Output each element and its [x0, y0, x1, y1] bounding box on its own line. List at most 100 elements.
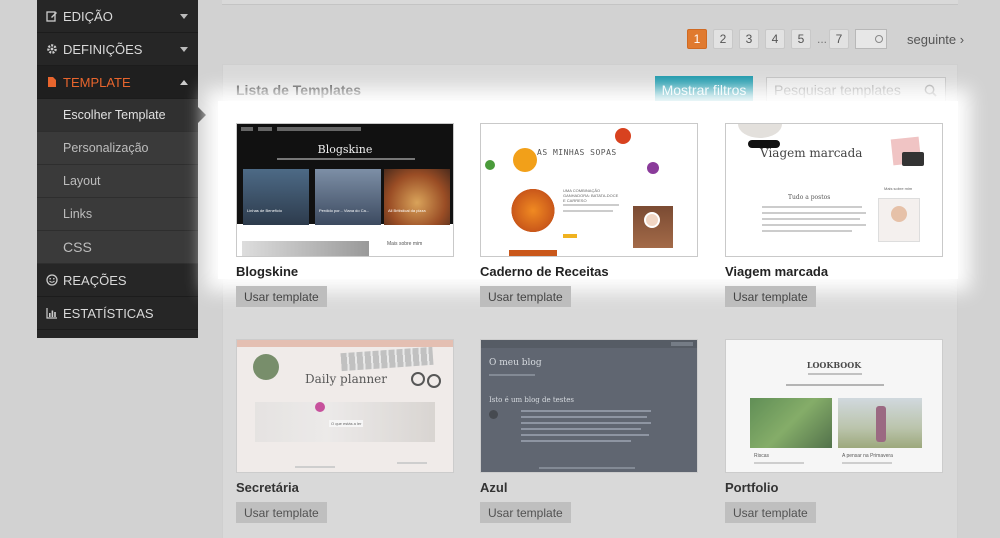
use-template-button[interactable]: Usar template	[725, 286, 816, 307]
template-card-portfolio: LOOKBOOK Riscas A pensar na Primavera Po…	[725, 339, 943, 523]
template-thumbnail[interactable]: Viagem marcada Tudo a postos Mais sobre …	[725, 123, 943, 257]
pagination: 1 2 3 4 5 ... 7 seguinte ›	[687, 29, 964, 49]
sidebar-item-label: REAÇÕES	[63, 272, 127, 288]
panel-title: Lista de Templates	[236, 82, 362, 98]
search-placeholder: Pesquisar templates	[774, 82, 901, 98]
thumb-text-line	[539, 467, 635, 469]
use-template-button[interactable]: Usar template	[236, 286, 327, 307]
thumb-glasses	[427, 374, 441, 388]
thumb-text-line	[762, 224, 866, 226]
caret-down-icon	[180, 47, 188, 52]
thumb-text-line	[521, 434, 649, 436]
thumb-photo: Perdido por... Viana do Ca...	[315, 169, 381, 225]
thumb-photo	[750, 398, 832, 448]
thumb-decor	[485, 160, 495, 170]
thumb-post-image	[509, 250, 557, 256]
thumb-person	[876, 406, 886, 442]
top-panel-edge	[222, 0, 958, 5]
page-ellipsis: ...	[817, 32, 828, 46]
thumb-text-line	[563, 204, 619, 206]
pencil-icon	[46, 10, 58, 22]
template-thumbnail[interactable]: LOOKBOOK Riscas A pensar na Primavera	[725, 339, 943, 473]
thumb-post-image	[242, 241, 369, 256]
sidebar-item-reacoes[interactable]: REAÇÕES	[37, 264, 198, 297]
template-card-viagem-marcada: Viagem marcada Tudo a postos Mais sobre …	[725, 123, 943, 307]
template-thumbnail[interactable]: Blogskine Linhas de Benefício Perdido po…	[236, 123, 454, 257]
thumb-title: O meu blog	[489, 358, 542, 368]
caret-up-icon	[180, 80, 188, 85]
thumb-title: AS MINHAS SOPAS	[537, 148, 617, 157]
sidebar-item-label: ESTATÍSTICAS	[63, 305, 154, 321]
use-template-button[interactable]: Usar template	[480, 286, 571, 307]
page-5[interactable]: 5	[791, 29, 811, 49]
thumb-caption: O que estás a ler	[329, 420, 364, 427]
thumb-post-image	[509, 188, 557, 233]
thumb-text-line	[489, 374, 535, 376]
thumb-decor	[615, 128, 631, 144]
thumb-keyboard	[340, 346, 434, 372]
template-thumbnail[interactable]: Daily planner O que estás a ler	[236, 339, 454, 473]
template-name: Azul	[480, 480, 508, 495]
page-2[interactable]: 2	[713, 29, 733, 49]
sidebar-item-definicoes[interactable]: DEFINIÇÕES	[37, 33, 198, 66]
thumb-tagline	[277, 158, 415, 160]
thumb-text-line	[521, 422, 651, 424]
smiley-icon	[46, 274, 58, 286]
template-name: Viagem marcada	[725, 264, 829, 279]
template-thumbnail[interactable]: AS MINHAS SOPAS UMA COMBINAÇÃO GANHADORA…	[480, 123, 698, 257]
sidebar-sub-escolher-template[interactable]: Escolher Template	[37, 99, 206, 132]
thumb-title: Blogskine	[317, 143, 373, 156]
page-4[interactable]: 4	[765, 29, 785, 49]
thumb-text-line	[762, 218, 860, 220]
next-page-link[interactable]: seguinte ›	[907, 32, 964, 47]
thumb-sidebar-text: Mais sobre mim	[884, 186, 913, 191]
thumb-text-line	[521, 410, 651, 412]
use-template-button[interactable]: Usar template	[480, 502, 571, 523]
caret-down-icon	[180, 14, 188, 19]
thumb-text-line	[762, 212, 866, 214]
thumb-title: Viagem marcada	[760, 146, 863, 160]
thumb-glasses	[411, 372, 425, 386]
gear-icon	[46, 43, 58, 55]
sidebar-item-template[interactable]: TEMPLATE	[37, 66, 198, 99]
thumb-decor	[513, 148, 537, 172]
thumb-hat	[738, 124, 782, 138]
sidebar-item-edicao[interactable]: EDIÇÃO	[37, 0, 198, 33]
thumb-avatar	[891, 206, 907, 222]
sidebar-sub-links[interactable]: Links	[37, 198, 198, 231]
page-3[interactable]: 3	[739, 29, 759, 49]
use-template-button[interactable]: Usar template	[725, 502, 816, 523]
thumb-camera	[902, 152, 924, 166]
page-7[interactable]: 7	[829, 29, 849, 49]
template-thumbnail[interactable]: O meu blog Isto é um blog de testes	[480, 339, 698, 473]
thumb-flower	[315, 402, 325, 412]
sidebar-item-label: TEMPLATE	[63, 74, 131, 90]
template-card-azul: O meu blog Isto é um blog de testes Azul…	[480, 339, 698, 523]
sidebar-item-label: EDIÇÃO	[63, 8, 113, 24]
template-search-input[interactable]: Pesquisar templates	[766, 77, 946, 103]
show-filters-button[interactable]: Mostrar filtros	[655, 76, 753, 104]
template-card-caderno-de-receitas: AS MINHAS SOPAS UMA COMBINAÇÃO GANHADORA…	[480, 123, 698, 307]
thumb-text-line	[397, 462, 427, 464]
search-icon[interactable]	[924, 84, 937, 97]
template-name: Blogskine	[236, 264, 299, 279]
page-jump-input[interactable]	[855, 29, 887, 49]
thumb-text-line	[521, 416, 647, 418]
sidebar-sub-layout[interactable]: Layout	[37, 165, 198, 198]
thumb-avatar	[644, 212, 660, 228]
thumb-avatar	[489, 410, 498, 419]
bar-chart-icon	[46, 307, 58, 319]
template-card-blogskine: Blogskine Linhas de Benefício Perdido po…	[236, 123, 454, 307]
file-icon	[46, 76, 58, 88]
page-1[interactable]: 1	[687, 29, 707, 49]
thumb-text-line	[563, 210, 613, 212]
sidebar-sub-personalizacao[interactable]: Personalização	[37, 132, 198, 165]
sidebar-item-estatisticas[interactable]: ESTATÍSTICAS	[37, 297, 198, 330]
thumb-plant	[253, 354, 279, 380]
thumb-caption: Riscas	[754, 453, 770, 459]
thumb-nav	[481, 340, 697, 348]
use-template-button[interactable]: Usar template	[236, 502, 327, 523]
sidebar-sub-css[interactable]: CSS	[37, 231, 198, 264]
search-icon	[875, 35, 883, 43]
thumb-photo: All Britistical da pizza	[384, 169, 450, 225]
